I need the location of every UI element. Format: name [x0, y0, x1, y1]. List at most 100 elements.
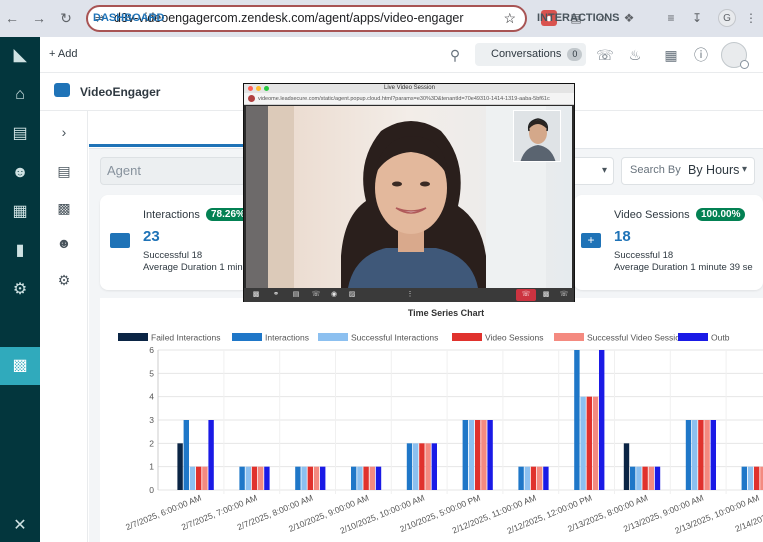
bar	[586, 396, 592, 490]
bar	[251, 466, 258, 490]
expand-chevron-icon[interactable]: ›	[54, 122, 74, 142]
bookmark-star-icon[interactable]: ☆	[503, 10, 516, 27]
conversations-button[interactable]: Conversations 0	[475, 43, 586, 66]
bar	[313, 466, 320, 490]
app-sidebar: › ▤ ▩ ☻ ⚙	[40, 111, 88, 542]
customers-icon[interactable]: ☻	[8, 161, 32, 185]
add-button[interactable]: + Add	[49, 48, 77, 60]
tab-dashboard[interactable]: DASHBOARD	[93, 12, 165, 24]
bar	[685, 420, 692, 490]
live-video-popup: Live Video Session videome.leadsecure.co…	[243, 83, 575, 302]
bar	[623, 443, 630, 490]
agent-select[interactable]: Agent	[100, 157, 246, 185]
reload-icon[interactable]: ↻	[57, 9, 75, 27]
bar	[208, 420, 214, 490]
card-title: Interactions	[143, 209, 200, 221]
organizations-icon[interactable]: ▦	[8, 200, 32, 224]
add-video-icon: +	[581, 233, 601, 248]
browser-profile-avatar[interactable]: G	[718, 9, 736, 27]
bar	[245, 466, 251, 490]
bar	[698, 420, 704, 490]
video-toggle-icon[interactable]: ▩	[540, 290, 552, 300]
y-tick-label: 2	[149, 438, 154, 448]
reading-list-icon[interactable]: ≡	[663, 10, 679, 26]
screen-share-icon[interactable]: ▤	[290, 290, 302, 300]
hang-up-button[interactable]: ☏	[516, 289, 536, 301]
bar	[413, 443, 419, 490]
chat-icon[interactable]: ▤	[54, 161, 74, 181]
video-engager-logo-icon	[54, 83, 70, 97]
phone-transfer-icon[interactable]: ☏	[310, 290, 322, 300]
download-icon[interactable]: ↧	[689, 10, 705, 26]
minimize-window-icon[interactable]	[256, 86, 261, 91]
back-icon[interactable]: ←	[3, 9, 21, 27]
analytics-icon[interactable]: ▩	[54, 198, 74, 218]
notifications-bell-icon[interactable]: ♨	[625, 45, 645, 65]
views-icon[interactable]: ▤	[8, 122, 32, 146]
apps-grid-icon[interactable]: ▦	[661, 45, 681, 65]
bar	[357, 466, 363, 490]
bar	[599, 350, 605, 490]
y-tick-label: 0	[149, 485, 154, 495]
bar	[295, 466, 301, 490]
forward-icon[interactable]: →	[30, 9, 48, 27]
close-window-icon[interactable]	[248, 86, 253, 91]
local-video-preview	[513, 110, 561, 162]
video-sessions-card: Video Sessions 100.00% + 18 Successful 1…	[574, 195, 763, 290]
bar	[462, 420, 468, 490]
bar	[363, 466, 369, 490]
zendesk-logo-icon[interactable]: ◣	[8, 44, 32, 68]
card-count: 18	[614, 228, 631, 245]
card-title: Video Sessions	[614, 209, 690, 221]
popup-titlebar: Live Video Session	[244, 84, 574, 93]
settings-gear-icon[interactable]: ⚙	[54, 270, 74, 290]
app-title: VideoEngager	[80, 85, 161, 99]
bar	[481, 420, 487, 490]
bar	[487, 420, 493, 490]
extensions-puzzle-icon[interactable]: ❖	[621, 10, 637, 26]
address-url: d3v-videoengagercom.zendesk.com/agent/ap…	[114, 11, 464, 25]
card-avg-duration: Average Duration 1 minute	[143, 262, 247, 273]
conversations-count-badge: 0	[567, 48, 583, 61]
zendesk-products-icon[interactable]: ✕	[8, 514, 32, 538]
bar	[177, 443, 183, 490]
search-icon[interactable]: ⚲	[445, 45, 465, 65]
legend-swatch	[232, 333, 262, 341]
search-by-select[interactable]: Search By By Hours ▾	[621, 157, 755, 185]
bar	[580, 396, 586, 490]
time-series-chart: Time Series Chart Failed Interactions Inte…	[118, 308, 763, 536]
popup-title: Live Video Session	[384, 85, 435, 91]
interactions-card: Interactions 78.26% 23 Successful 18 Ave…	[100, 195, 250, 290]
snapshot-camera-icon[interactable]: ◉	[328, 290, 340, 300]
phone-icon[interactable]: ☏	[595, 45, 615, 65]
bar	[537, 466, 543, 490]
tab-interactions[interactable]: INTERACTIONS	[537, 12, 620, 24]
y-tick-label: 4	[149, 392, 154, 402]
nav-item-video-engager[interactable]: ▩	[0, 347, 40, 385]
help-icon[interactable]: ⓘ	[691, 45, 711, 65]
legend-label: Failed Interactions	[151, 333, 220, 343]
recording-icon[interactable]: ▨	[346, 290, 358, 300]
agent-preview-image	[514, 111, 560, 161]
maximize-window-icon[interactable]	[264, 86, 269, 91]
legend-swatch	[554, 333, 584, 341]
conversations-label: Conversations	[491, 48, 562, 60]
bar	[518, 466, 524, 490]
popup-url-bar: videome.leadsecure.com/static/agent.popu…	[244, 93, 574, 105]
bar	[654, 466, 661, 490]
bar	[710, 420, 716, 490]
bar	[475, 420, 481, 490]
reporting-icon[interactable]: ▮	[8, 239, 32, 263]
bar	[648, 466, 654, 490]
admin-gear-icon[interactable]: ⚙	[8, 278, 32, 302]
bar	[406, 443, 413, 490]
call-phone-icon[interactable]: ☏	[558, 290, 570, 300]
microphone-icon[interactable]: ⚭	[270, 290, 282, 300]
home-icon[interactable]: ⌂	[8, 83, 32, 107]
video-camera-icon	[110, 233, 130, 248]
chevron-down-icon: ▾	[742, 164, 748, 175]
browser-menu-icon[interactable]: ⋮	[743, 10, 759, 26]
y-tick-label: 5	[149, 368, 154, 378]
team-icon[interactable]: ☻	[54, 233, 74, 253]
camera-icon[interactable]: ▩	[250, 290, 262, 300]
